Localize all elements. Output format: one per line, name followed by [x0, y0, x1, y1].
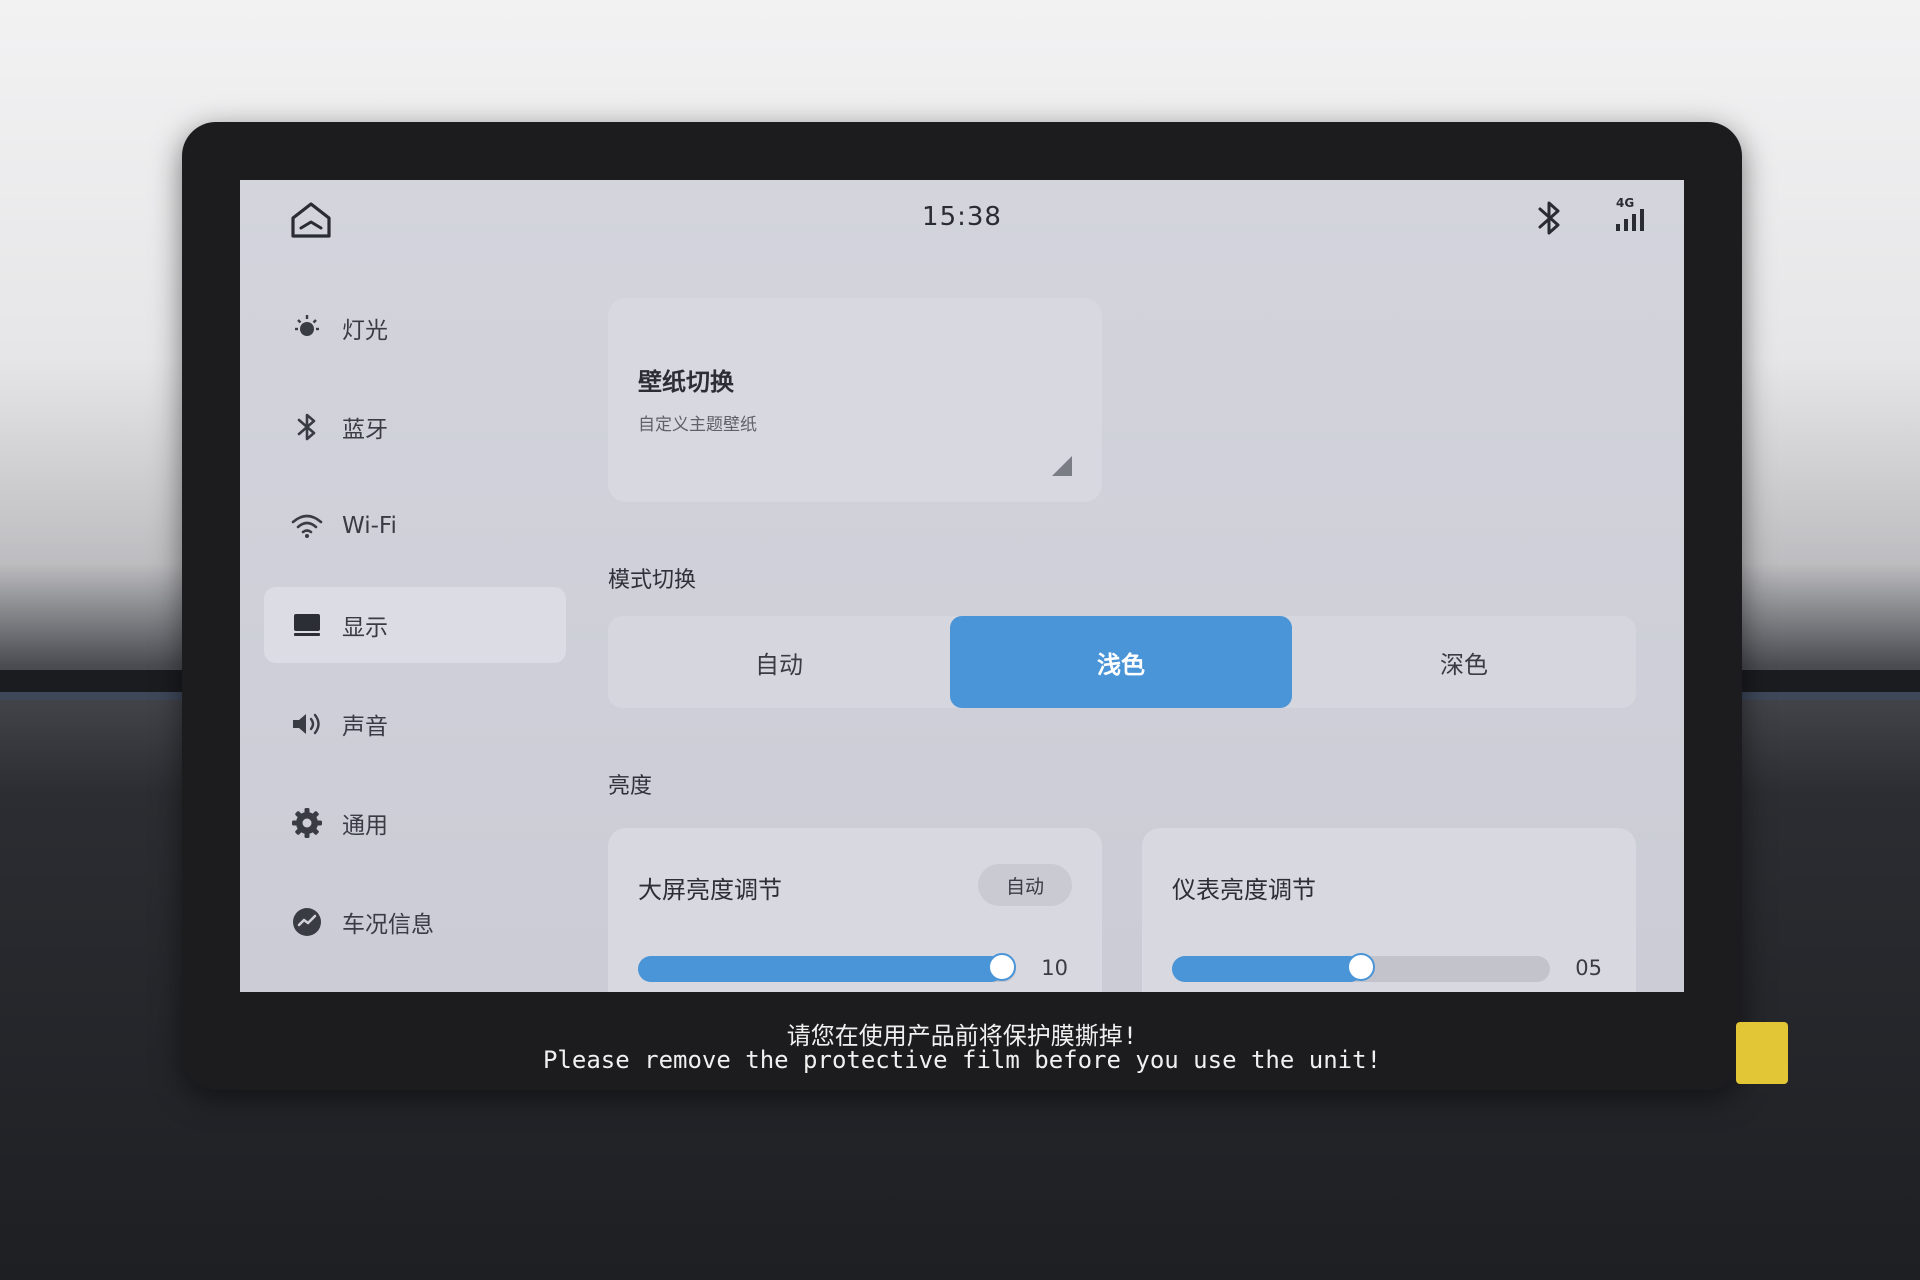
settings-sidebar: 灯光 蓝牙 Wi-Fi 显示 声音 通用 车况信息 — [264, 290, 566, 983]
slider-fill — [638, 956, 1004, 982]
cluster-brightness-title: 仪表亮度调节 — [1172, 876, 1316, 904]
mode-segmented-control: 自动 浅色 深色 — [608, 616, 1636, 708]
sidebar-item-label: 通用 — [342, 813, 388, 839]
speaker-icon — [290, 707, 324, 741]
sidebar-item-label: 蓝牙 — [342, 417, 388, 443]
cellular-signal-icon: 4G — [1612, 196, 1652, 236]
auto-brightness-button[interactable]: 自动 — [978, 864, 1072, 906]
infotainment-screen: 15:38 4G 灯光 蓝牙 Wi-Fi 显示 声音 通用 车况信息 壁纸切换 … — [240, 180, 1684, 992]
clock: 15:38 — [922, 202, 1002, 232]
screen-brightness-slider[interactable] — [638, 953, 1016, 982]
sidebar-item-light[interactable]: 灯光 — [264, 290, 566, 366]
vehicle-status-icon — [290, 905, 324, 939]
cluster-brightness-value: 05 — [1575, 956, 1602, 980]
bluetooth-icon — [290, 410, 324, 444]
sidebar-item-sound[interactable]: 声音 — [264, 686, 566, 762]
screen-brightness-title: 大屏亮度调节 — [638, 876, 782, 904]
bluetooth-status-icon — [1532, 198, 1566, 238]
sidebar-item-vehicle-status[interactable]: 车况信息 — [264, 884, 566, 960]
cluster-brightness-card: 仪表亮度调节 05 — [1142, 828, 1636, 992]
sidebar-item-label: 灯光 — [342, 318, 388, 344]
slider-handle[interactable] — [988, 953, 1016, 981]
mode-option-auto[interactable]: 自动 — [608, 616, 950, 708]
sidebar-item-bluetooth[interactable]: 蓝牙 — [264, 389, 566, 465]
wallpaper-title: 壁纸切换 — [638, 368, 734, 396]
slider-fill — [1172, 956, 1363, 982]
slider-handle[interactable] — [1347, 953, 1375, 981]
sidebar-item-wifi[interactable]: Wi-Fi — [264, 488, 566, 564]
expand-corner-icon — [1052, 456, 1072, 476]
film-notice-english: Please remove the protective film before… — [542, 1046, 1382, 1074]
light-icon — [290, 311, 324, 345]
sidebar-item-label: 声音 — [342, 714, 388, 740]
mode-option-dark[interactable]: 深色 — [1292, 616, 1636, 708]
sidebar-item-display[interactable]: 显示 — [264, 587, 566, 663]
mode-option-light[interactable]: 浅色 — [950, 616, 1292, 708]
sidebar-item-label: Wi-Fi — [342, 513, 397, 539]
screen-brightness-card: 大屏亮度调节 自动 10 — [608, 828, 1102, 992]
gear-icon — [290, 806, 324, 840]
display-icon — [290, 608, 324, 642]
wallpaper-subtitle: 自定义主题壁纸 — [638, 415, 757, 435]
mode-section-title: 模式切换 — [608, 568, 697, 593]
cluster-brightness-slider[interactable] — [1172, 953, 1550, 982]
sidebar-item-label: 显示 — [342, 615, 388, 641]
wifi-icon — [290, 509, 324, 543]
sidebar-item-general[interactable]: 通用 — [264, 785, 566, 861]
wallpaper-card[interactable]: 壁纸切换 自定义主题壁纸 — [608, 298, 1102, 502]
brightness-section-title: 亮度 — [608, 774, 653, 799]
sidebar-item-label: 车况信息 — [342, 912, 434, 938]
screen-brightness-value: 10 — [1041, 956, 1068, 980]
protective-film-tab[interactable] — [1736, 1022, 1788, 1084]
